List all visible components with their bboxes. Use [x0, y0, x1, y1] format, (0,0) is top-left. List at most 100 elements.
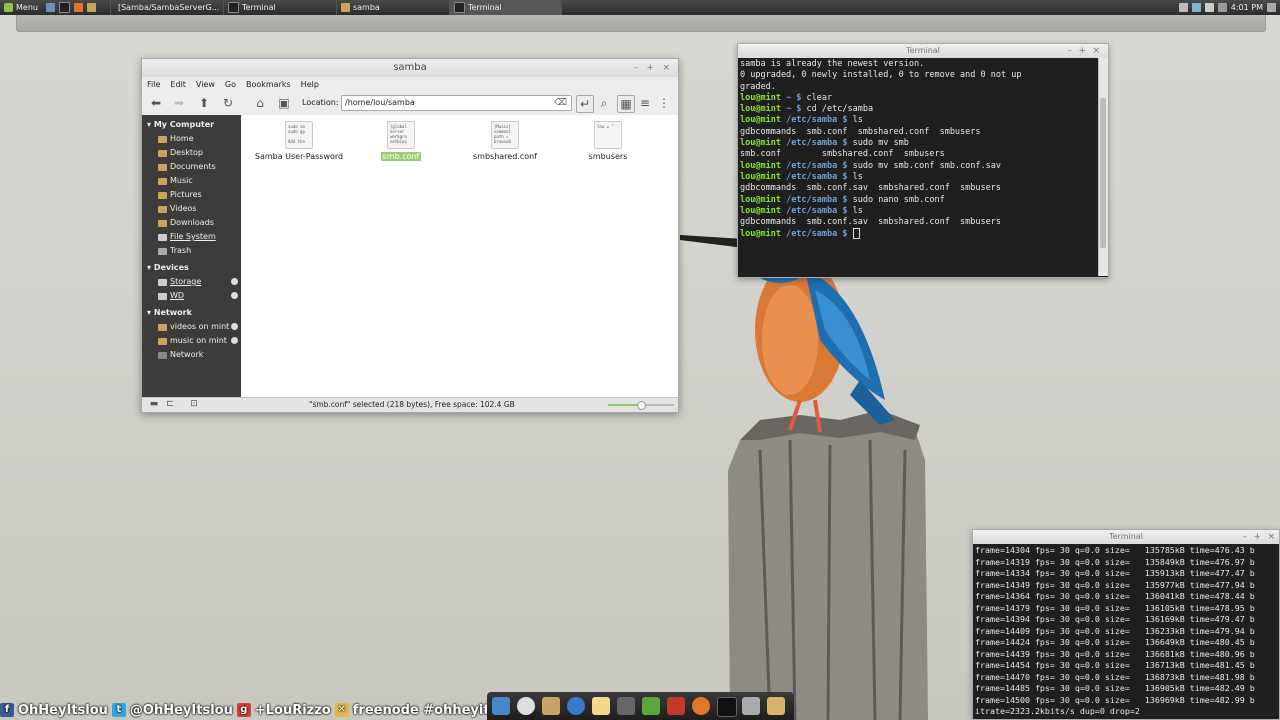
toggle-location-icon[interactable]: ↵ [576, 95, 594, 113]
sidebar-item-videos[interactable]: Videos [142, 202, 241, 216]
task-button-samba-wiki[interactable]: [Samba/SambaServerG... [109, 0, 223, 15]
window-titlebar[interactable]: Terminal – + × [738, 44, 1108, 58]
clock[interactable]: 4:01 PM [1231, 3, 1263, 12]
network-icon[interactable] [1178, 3, 1188, 12]
file-icon[interactable] [592, 697, 610, 715]
scrollbar[interactable] [1098, 58, 1108, 276]
terminal-icon[interactable] [58, 2, 70, 13]
sidebar-item-trash[interactable]: Trash [142, 244, 241, 258]
sidebar-item-network[interactable]: Network [142, 348, 241, 362]
tree-toggle-icon[interactable]: ⊏ [162, 398, 178, 411]
eject-icon[interactable] [231, 278, 238, 285]
power-icon[interactable] [1267, 3, 1276, 12]
sidebar-item-downloads[interactable]: Downloads [142, 216, 241, 230]
sidebar-item-file-system[interactable]: File System [142, 230, 241, 244]
minimize-button[interactable]: – [634, 59, 639, 77]
file-item-smb-conf[interactable]: [global server workgro netbios smb.conf [356, 121, 446, 161]
search-icon[interactable]: ⌕ [596, 95, 612, 111]
icon-view-icon[interactable]: ▦ [617, 95, 635, 113]
menu-view[interactable]: View [196, 80, 215, 89]
up-arrow-icon[interactable]: ⬆ [196, 95, 212, 111]
reload-icon[interactable]: ↻ [220, 95, 236, 111]
terminal-output[interactable]: frame=14304 fps= 30 q=0.0 size= 135785kB… [973, 544, 1279, 718]
menu-go[interactable]: Go [225, 80, 236, 89]
file-item-smbusers[interactable]: lou = " smbusers [563, 121, 653, 161]
volume-icon[interactable] [1204, 3, 1214, 12]
compact-view-icon[interactable]: ⋮ [656, 95, 672, 111]
task-button-samba-folder[interactable]: samba [335, 0, 449, 15]
task-button-terminal-2[interactable]: Terminal [448, 0, 562, 15]
menu-button[interactable]: Menu [0, 0, 42, 15]
terminal-prompt-line: lou@mint /etc/samba $ ls [740, 172, 1096, 183]
window-titlebar[interactable]: Terminal – + × [973, 530, 1279, 544]
terminal-output-line: frame=14439 fps= 30 q=0.0 size= 136681kB… [975, 648, 1255, 659]
sidebar-item-storage[interactable]: Storage [142, 275, 241, 289]
system-settings-icon[interactable] [742, 697, 760, 715]
zoom-slider-handle[interactable] [637, 401, 646, 410]
eject-icon[interactable] [231, 323, 238, 330]
updates-icon[interactable] [1191, 3, 1201, 12]
show-desktop-icon[interactable] [492, 697, 510, 715]
file-item-samba-user-password[interactable]: sudo sm sudo gp Add the Samba User-Passw… [254, 121, 344, 161]
sidebar-item-videos-on-mint[interactable]: videos on mint [142, 320, 241, 334]
desktop-icon[interactable] [45, 3, 55, 12]
eject-icon[interactable] [231, 337, 238, 344]
image-editor-icon[interactable] [542, 697, 560, 715]
hexchat-icon[interactable] [642, 697, 660, 715]
home-icon[interactable]: ⌂ [252, 95, 268, 111]
software-center-icon[interactable] [567, 697, 585, 715]
sidebar-header-network[interactable]: ▾ Network [142, 306, 241, 320]
terminal-toggle-icon[interactable]: ⊡ [186, 398, 202, 411]
line-text: smb.conf smbshared.conf smbusers [740, 149, 945, 160]
terminal-output-line: frame=14470 fps= 30 q=0.0 size= 136873kB… [975, 671, 1255, 682]
firefox-icon[interactable] [692, 697, 710, 715]
user-icon[interactable] [1217, 3, 1227, 12]
sidebar-item-home[interactable]: Home [142, 132, 241, 146]
back-arrow-icon[interactable]: ⬅ [148, 95, 164, 111]
menubar: File Edit View Go Bookmarks Help [142, 77, 678, 91]
list-view-icon[interactable]: ≡ [637, 95, 653, 111]
terminal-icon[interactable] [717, 697, 737, 717]
file-view[interactable]: sudo sm sudo gp Add the Samba User-Passw… [242, 115, 678, 398]
close-button[interactable]: × [662, 59, 670, 77]
sidebar-header-my-computer[interactable]: ▾ My Computer [142, 118, 241, 132]
scanner-icon[interactable] [617, 697, 635, 715]
minimize-button[interactable]: – [1243, 530, 1248, 544]
close-button[interactable]: × [1267, 530, 1275, 544]
minimize-button[interactable]: – [1068, 44, 1073, 58]
menu-help[interactable]: Help [301, 80, 319, 89]
sidebar-item-music[interactable]: Music [142, 174, 241, 188]
location-input[interactable]: /home/lou/samba ⌫ [341, 95, 572, 111]
clear-icon[interactable]: ⌫ [554, 96, 567, 110]
eject-icon[interactable] [231, 292, 238, 299]
sidebar-item-documents[interactable]: Documents [142, 160, 241, 174]
sidebar-item-desktop[interactable]: Desktop [142, 146, 241, 160]
places-toggle-icon[interactable]: ▬ [146, 398, 162, 411]
menu-edit[interactable]: Edit [170, 80, 186, 89]
sidebar-item-music-on-mint[interactable]: music on mint [142, 334, 241, 348]
terminal-output[interactable]: samba is already the newest version. 0 up… [738, 58, 1098, 274]
screen-recorder-icon[interactable] [517, 697, 535, 715]
sidebar-item-pictures[interactable]: Pictures [142, 188, 241, 202]
close-button[interactable]: × [1092, 44, 1100, 58]
scrollbar-thumb[interactable] [1100, 98, 1106, 248]
folder-icon[interactable] [767, 697, 785, 715]
menu-bookmarks[interactable]: Bookmarks [246, 80, 291, 89]
filezilla-icon[interactable] [667, 697, 685, 715]
computer-icon[interactable]: ▣ [276, 95, 292, 111]
sidebar-header-devices[interactable]: ▾ Devices [142, 261, 241, 275]
forward-arrow-icon[interactable]: ➡ [171, 95, 187, 111]
maximize-button[interactable]: + [1078, 44, 1086, 58]
task-button-terminal[interactable]: Terminal [222, 0, 336, 15]
maximize-button[interactable]: + [646, 59, 654, 77]
file-item-smbshared-conf[interactable]: [Music] comment path = browsab smbshared… [460, 121, 550, 161]
facebook-handle: OhHeyItslou [18, 702, 108, 718]
window-title: Terminal [906, 46, 940, 55]
menu-file[interactable]: File [147, 80, 160, 89]
maximize-button[interactable]: + [1253, 530, 1261, 544]
zoom-slider[interactable] [608, 401, 674, 410]
window-titlebar[interactable]: samba – + × [142, 59, 678, 77]
firefox-icon[interactable] [73, 3, 83, 12]
sidebar-item-wd[interactable]: WD [142, 289, 241, 303]
folder-icon[interactable] [86, 3, 96, 12]
